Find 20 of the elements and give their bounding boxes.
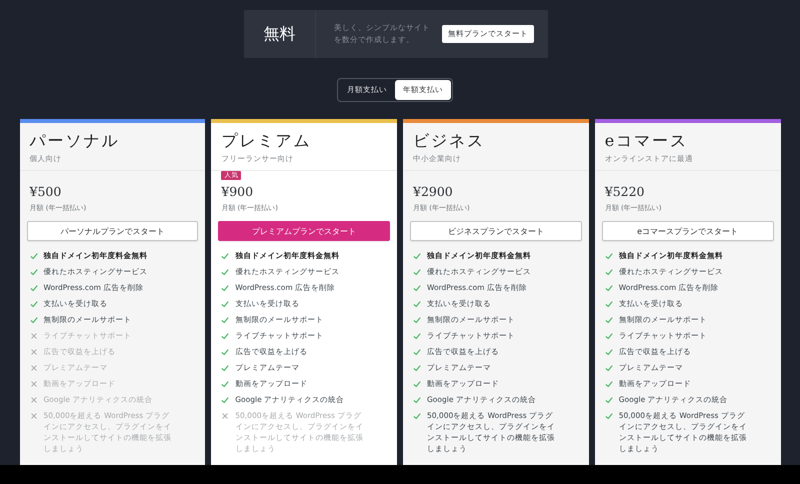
plan-title: パーソナル bbox=[30, 131, 120, 151]
cross-icon bbox=[30, 396, 38, 404]
start-button[interactable]: ビジネスプランでスタート bbox=[410, 221, 582, 241]
cross-icon bbox=[30, 380, 38, 388]
plan-price: ¥500 bbox=[28, 184, 62, 199]
start-button[interactable]: パーソナルプランでスタート bbox=[26, 221, 198, 241]
cross-icon bbox=[30, 332, 38, 340]
cross-icon bbox=[30, 348, 38, 356]
plan-title: eコマース bbox=[604, 131, 690, 151]
plan-title: 無料 bbox=[264, 24, 296, 44]
plan-price: ¥5220 bbox=[604, 184, 646, 199]
plan-title: プレミアム bbox=[221, 131, 312, 151]
start-button[interactable]: eコマースプランでスタート bbox=[602, 221, 774, 241]
cross-icon bbox=[221, 412, 230, 420]
plan-title: ビジネス bbox=[413, 131, 486, 151]
cross-icon bbox=[30, 364, 38, 372]
plan-price: ¥2900 bbox=[412, 184, 454, 199]
start-button[interactable]: プレミアムプランでスタート bbox=[218, 221, 390, 241]
cross-icon bbox=[30, 412, 38, 420]
plan-price: ¥900 bbox=[220, 184, 254, 199]
